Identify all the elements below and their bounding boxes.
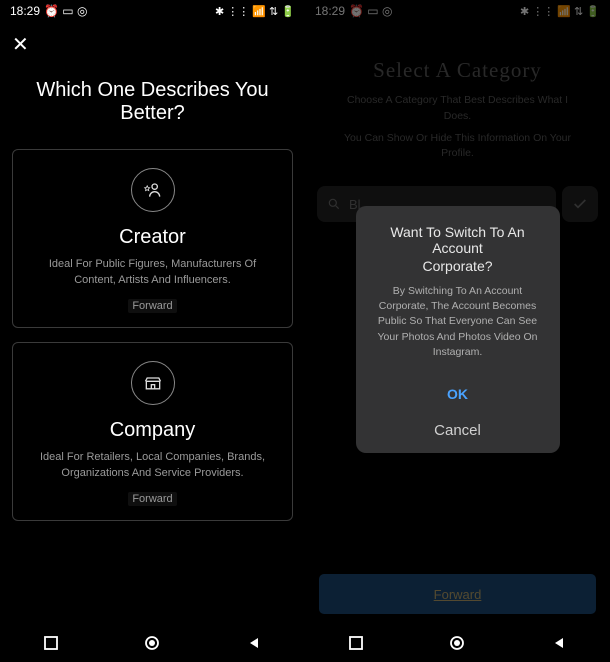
status-time: 18:29 bbox=[10, 4, 40, 18]
page-title: Which One Describes You Better? bbox=[0, 63, 305, 149]
card-company[interactable]: Company Ideal For Retailers, Local Compa… bbox=[12, 342, 293, 521]
screen-describe-you: 18:29 ⏰ ▭ ◎ ✱ ⋮⋮ 📶 ⇅ 🔋 ✕ Which One Descr… bbox=[0, 0, 305, 662]
category-title: Select A Category bbox=[305, 22, 610, 93]
nav-back-icon[interactable] bbox=[246, 635, 262, 651]
company-icon bbox=[131, 361, 175, 405]
forward-button-label: Forward bbox=[434, 587, 482, 602]
nav-recent-icon[interactable] bbox=[43, 635, 59, 651]
status-bar-right: 18:29 ⏰ ▭ ◎ ✱ ⋮⋮ 📶 ⇅ 🔋 bbox=[305, 0, 610, 22]
card-company-title: Company bbox=[110, 419, 196, 442]
nav-home-icon[interactable] bbox=[144, 635, 160, 651]
card-creator[interactable]: Creator Ideal For Public Figures, Manufa… bbox=[12, 149, 293, 328]
dialog-title-line1: Want To Switch To An Account bbox=[368, 224, 548, 256]
dialog-body: By Switching To An Account Corporate, Th… bbox=[368, 284, 548, 360]
nav-back-icon[interactable] bbox=[551, 635, 567, 651]
status-icons-left: ⏰ ▭ ◎ bbox=[44, 4, 87, 18]
nav-home-icon[interactable] bbox=[449, 635, 465, 651]
card-creator-forward[interactable]: Forward bbox=[128, 299, 176, 313]
check-icon bbox=[572, 196, 588, 212]
close-icon[interactable]: ✕ bbox=[12, 34, 29, 56]
card-creator-desc: Ideal For Public Figures, Manufacturers … bbox=[27, 257, 278, 289]
screen-select-category: 18:29 ⏰ ▭ ◎ ✱ ⋮⋮ 📶 ⇅ 🔋 Select A Category… bbox=[305, 0, 610, 662]
creator-icon bbox=[131, 168, 175, 212]
category-subtitle-1: Choose A Category That Best Describes Wh… bbox=[305, 93, 610, 131]
dialog-title-line2: Corporate? bbox=[368, 258, 548, 274]
status-icons-left: ⏰ ▭ ◎ bbox=[349, 4, 392, 18]
status-bar: 18:29 ⏰ ▭ ◎ ✱ ⋮⋮ 📶 ⇅ 🔋 bbox=[0, 0, 305, 22]
forward-button[interactable]: Forward bbox=[319, 574, 596, 614]
nav-recent-icon[interactable] bbox=[348, 635, 364, 651]
android-navbar-right bbox=[305, 624, 610, 662]
search-icon bbox=[327, 197, 341, 211]
status-icons-right: ✱ ⋮⋮ 📶 ⇅ 🔋 bbox=[215, 5, 295, 18]
dialog-ok-button[interactable]: OK bbox=[368, 376, 548, 412]
status-time: 18:29 bbox=[315, 4, 345, 18]
status-icons-right: ✱ ⋮⋮ 📶 ⇅ 🔋 bbox=[520, 5, 600, 18]
dialog-cancel-button[interactable]: Cancel bbox=[368, 412, 548, 445]
card-creator-title: Creator bbox=[119, 226, 186, 249]
card-company-forward[interactable]: Forward bbox=[128, 492, 176, 506]
card-company-desc: Ideal For Retailers, Local Companies, Br… bbox=[27, 450, 278, 482]
android-navbar bbox=[0, 624, 305, 662]
confirm-check[interactable] bbox=[562, 186, 598, 222]
category-subtitle-2: You Can Show Or Hide This Information On… bbox=[305, 131, 610, 169]
switch-account-dialog: Want To Switch To An Account Corporate? … bbox=[356, 206, 560, 453]
